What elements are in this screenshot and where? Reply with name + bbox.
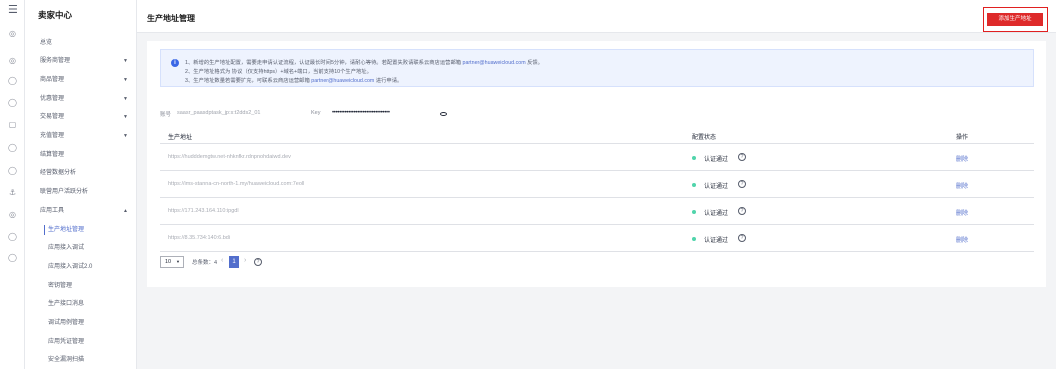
next-page-icon[interactable]: › — [244, 257, 246, 264]
security-icon[interactable]: ◯ — [8, 253, 17, 262]
table-header: 生产地址 配置状态 操作 — [160, 128, 1034, 144]
sidebar-item-overview[interactable]: 总览 — [40, 36, 130, 50]
page-size-select[interactable]: 10 ▼ — [160, 256, 184, 268]
notice-line-1: 1、新增的生产地址配置，需要走申请认证流程，认证最长时间5分钟，请耐心等待。若配… — [185, 60, 543, 66]
settlement-icon[interactable]: ◯ — [8, 166, 17, 175]
address-cell: https://hudddemgtw.net-nhknfkr.rdnpnohda… — [168, 154, 291, 160]
col-address: 生产地址 — [168, 135, 193, 141]
sidebar-item-products[interactable]: 商品管理 ▼ — [40, 73, 130, 87]
current-page[interactable]: 1 — [229, 256, 239, 268]
status-dot — [692, 210, 696, 214]
user-analytics-icon[interactable]: ◎ — [8, 210, 17, 219]
status-text: 认证通过 — [704, 211, 729, 217]
table-row: https://171.243.164.110:ipgdl 认证通过 ? 删除 — [160, 199, 1034, 225]
analytics-icon[interactable]: ⚓ — [8, 188, 17, 197]
service-icon[interactable]: ◎ — [8, 56, 17, 65]
sidebar-item-business-analytics[interactable]: 经营数据分析 — [40, 166, 130, 180]
sidebar-sub-test-cases[interactable]: 调试用例管理 — [48, 316, 130, 330]
table-row: https://8.35.734:140:6.bdi 认证通过 ? 删除 — [160, 226, 1034, 252]
key-label: Key — [311, 110, 321, 116]
delete-link[interactable]: 删除 — [956, 235, 968, 244]
status-dot — [692, 237, 696, 241]
add-prod-address-button[interactable]: 添加生产地址 — [987, 13, 1043, 26]
col-status: 配置状态 — [692, 135, 717, 141]
sidebar-item-app-tools[interactable]: 应用工具 ▲ — [40, 204, 130, 218]
sidebar-sub-app-debug[interactable]: 应用接入调试 — [48, 241, 130, 255]
notice-line-3: 3、生产地址数量若需要扩充，可联系云商店运营邮箱 partner@huaweic… — [185, 78, 403, 84]
prev-page-icon[interactable]: ‹ — [221, 257, 223, 264]
help-icon[interactable]: ? — [738, 153, 746, 161]
chevron-down-icon: ▼ — [123, 114, 128, 120]
chevron-down-icon: ▼ — [123, 96, 128, 102]
sidebar-item-settlement[interactable]: 结算管理 — [40, 148, 130, 162]
account-value: saasr_paasdptask_jp:s:t2dds2_01 — [177, 110, 261, 116]
total-count: 总条数：4 — [192, 260, 218, 266]
address-cell: https://ims-stanna-cn-north-1.my/huaweic… — [168, 181, 305, 187]
delete-link[interactable]: 删除 — [956, 181, 968, 190]
help-icon[interactable]: ? — [254, 258, 262, 266]
page-header: 生产地址管理 添加生产地址 — [137, 0, 1056, 33]
icon-rail: ☰ ◎ ◎ ◯ ◯ ▢ ◯ ◯ ⚓ ◎ ◯ ◯ — [0, 0, 25, 369]
notice-line-2: 2、生产地址格式为 协议（仅支持https）+域名+端口，当前支持10个生产地址… — [185, 69, 372, 75]
sidebar-sub-key-mgmt[interactable]: 密钥管理 — [48, 279, 130, 293]
sidebar-sub-vuln-scan[interactable]: 安全漏洞扫描 — [48, 353, 130, 367]
chevron-down-icon: ▼ — [123, 58, 128, 64]
product-icon[interactable]: ◯ — [8, 76, 17, 85]
table-row: https://hudddemgtw.net-nhknfkr.rdnpnohda… — [160, 145, 1034, 171]
table-row: https://ims-stanna-cn-north-1.my/huaweic… — [160, 172, 1034, 198]
promo-icon[interactable]: ◯ — [8, 98, 17, 107]
status-text: 认证通过 — [704, 238, 729, 244]
chevron-down-icon: ▼ — [123, 133, 128, 139]
delete-link[interactable]: 删除 — [956, 208, 968, 217]
sidebar-item-user-activity[interactable]: 联营用户活跃分析 — [40, 185, 130, 199]
sidebar-item-service-provider[interactable]: 服务商管理 ▼ — [40, 54, 130, 68]
info-icon: i — [171, 59, 179, 67]
help-icon[interactable]: ? — [738, 180, 746, 188]
status-dot — [692, 156, 696, 160]
page-title: 生产地址管理 — [147, 14, 195, 23]
help-icon[interactable]: ? — [738, 234, 746, 242]
status-dot — [692, 183, 696, 187]
help-icon[interactable]: ? — [738, 207, 746, 215]
col-ops: 操作 — [956, 135, 969, 141]
home-icon[interactable]: ◎ — [8, 29, 17, 38]
eye-icon[interactable] — [440, 112, 447, 116]
sidebar: 卖家中心 总览 服务商管理 ▼ 商品管理 ▼ 优惠管理 ▼ 交易管理 ▼ 充值管理 ▼ 结… — [25, 0, 137, 369]
sidebar-sub-prod-address[interactable]: 生产地址管理 — [44, 223, 130, 237]
sidebar-sub-credentials[interactable]: 应用凭证管理 — [48, 335, 130, 349]
menu-icon[interactable]: ☰ — [8, 5, 18, 16]
sidebar-sub-prod-messages[interactable]: 生产接口消息 — [48, 297, 130, 311]
sidebar-item-trades[interactable]: 交易管理 ▼ — [40, 110, 130, 124]
sidebar-title: 卖家中心 — [38, 10, 73, 20]
tools-icon[interactable]: ◯ — [8, 232, 17, 241]
content-card: i 1、新增的生产地址配置，需要走申请认证流程，认证最长时间5分钟，请耐心等待。… — [147, 41, 1046, 287]
info-notice: i 1、新增的生产地址配置，需要走申请认证流程，认证最长时间5分钟，请耐心等待。… — [160, 49, 1034, 87]
chevron-down-icon: ▼ — [123, 77, 128, 83]
chevron-down-icon: ▼ — [176, 259, 180, 264]
sidebar-sub-app-debug-2[interactable]: 应用接入调试2.0 — [48, 260, 130, 274]
recharge-icon[interactable]: ◯ — [8, 143, 17, 152]
address-cell: https://8.35.734:140:6.bdi — [168, 235, 231, 241]
trade-icon[interactable]: ▢ — [8, 120, 17, 129]
sidebar-item-recharge[interactable]: 充值管理 ▼ — [40, 129, 130, 143]
sidebar-item-promotions[interactable]: 优惠管理 ▼ — [40, 92, 130, 106]
address-cell: https://171.243.164.110:ipgdl — [168, 208, 239, 214]
email-link[interactable]: partner@huaweicloud.com — [463, 60, 526, 66]
key-value: •••••••••••••••••••••••••••••••• — [332, 110, 390, 116]
email-link[interactable]: partner@huaweicloud.com — [311, 78, 374, 84]
account-label: 账号 — [160, 112, 172, 118]
status-text: 认证通过 — [704, 157, 729, 163]
delete-link[interactable]: 删除 — [956, 154, 968, 163]
chevron-up-icon: ▲ — [123, 208, 128, 214]
status-text: 认证通过 — [704, 184, 729, 190]
